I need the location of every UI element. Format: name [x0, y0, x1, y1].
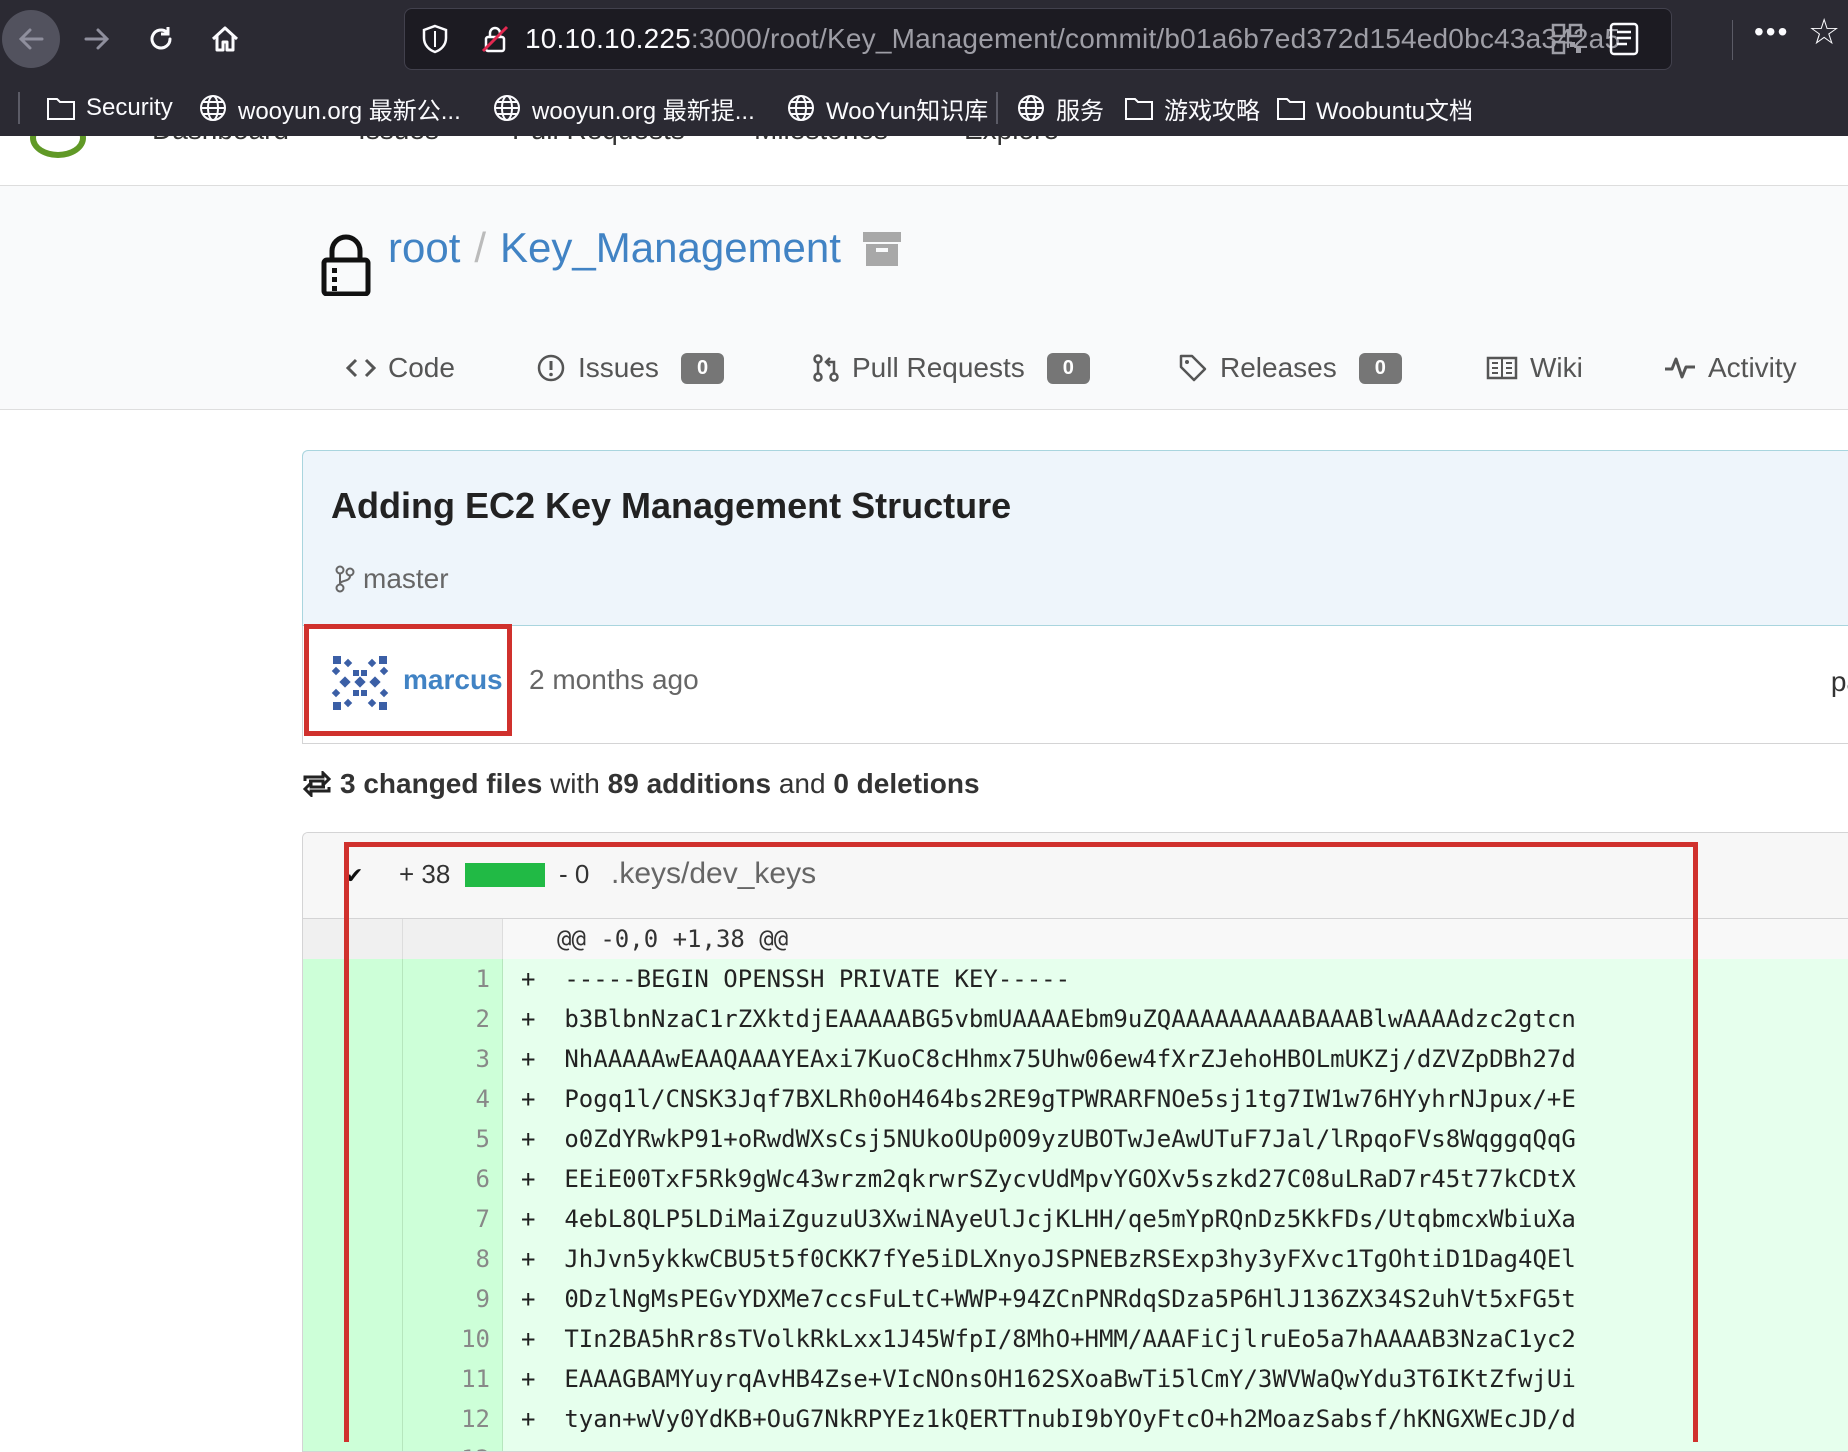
tag-icon: [1179, 354, 1207, 382]
tab-label: Code: [388, 352, 455, 383]
repo-header: root / Key_Management Code Issues 0 Pull R…: [0, 186, 1848, 410]
url-path: :3000/root/Key_Management/commit/b01a6b7…: [690, 23, 1621, 54]
tab-issues[interactable]: Issues 0: [536, 336, 725, 400]
home-icon: [211, 26, 239, 52]
commit-meta: marcus 2 months ago pa: [302, 626, 1848, 744]
book-icon: [1486, 356, 1518, 380]
folder-icon: [1277, 98, 1305, 120]
url-text[interactable]: 10.10.10.225:3000/root/Key_Management/co…: [525, 23, 1620, 55]
toolbar-divider: [1732, 20, 1733, 60]
commit-header: Adding EC2 Key Management Structure mast…: [302, 450, 1848, 626]
url-host: 10.10.10.225: [525, 23, 691, 54]
bookmark-label: wooyun.org 最新公...: [238, 97, 461, 125]
private-lock-icon: [321, 234, 371, 296]
tab-wiki[interactable]: Wiki: [1486, 336, 1583, 400]
site-navbar: Dashboard Issues Pull Requests Milestone…: [0, 136, 1848, 186]
tab-code[interactable]: Code: [346, 336, 455, 400]
stats-with: with: [550, 768, 600, 799]
pulls-count-badge: 0: [1046, 352, 1090, 384]
arrow-right-icon: [84, 28, 110, 50]
arrow-left-icon: [18, 28, 44, 50]
nav-pull-requests[interactable]: Pull Requests: [512, 136, 685, 146]
tab-activity[interactable]: Activity: [1664, 336, 1797, 400]
bookmark-item[interactable]: Woobuntu文档: [1276, 90, 1473, 126]
repo-title-separator: /: [474, 224, 487, 271]
bookmark-label: WooYun知识库: [826, 97, 989, 125]
tab-label: Releases: [1220, 352, 1337, 383]
forward-button[interactable]: [68, 10, 126, 68]
tab-label: Activity: [1708, 352, 1797, 383]
home-button[interactable]: [196, 10, 254, 68]
changed-files-summary: 3 changed files with 89 additions and 0 …: [302, 768, 980, 800]
repo-tabs: Code Issues 0 Pull Requests 0 Releases 0…: [0, 336, 1848, 406]
bookmark-item[interactable]: Security: [46, 90, 173, 126]
nav-milestones[interactable]: Milestones: [754, 136, 888, 146]
branch-icon: [335, 565, 355, 593]
bookmark-item[interactable]: 服务: [1016, 90, 1104, 126]
bookmark-item[interactable]: WooYun知识库: [786, 90, 988, 126]
globe-icon: [494, 95, 520, 121]
author-highlight-box: [304, 624, 512, 736]
folder-icon: [47, 98, 75, 120]
browser-toolbar: 10.10.10.225:3000/root/Key_Management/co…: [0, 0, 1848, 136]
diff-stat-icon: [302, 771, 332, 797]
deletions-count: 0 deletions: [833, 768, 980, 799]
commit-title: Adding EC2 Key Management Structure: [331, 485, 1012, 526]
commit-branch[interactable]: master: [333, 563, 449, 595]
tab-label: Pull Requests: [852, 352, 1025, 383]
bookmark-label: Woobuntu文档: [1316, 97, 1473, 125]
repo-name-link[interactable]: Key_Management: [500, 224, 841, 271]
folder-icon: [1125, 98, 1153, 120]
commit-parent-label: pa: [1830, 666, 1848, 697]
page-actions-more-icon[interactable]: •••: [1754, 16, 1789, 48]
insecure-lock-icon[interactable]: [479, 23, 511, 55]
nav-explore[interactable]: Explore: [964, 136, 1059, 146]
bookmark-label: 游戏攻略: [1164, 97, 1260, 125]
pulse-icon: [1665, 357, 1695, 379]
bookmarks-bar: Security wooyun.org 最新公... wooyun.org 最新…: [0, 84, 1848, 132]
tab-releases[interactable]: Releases 0: [1178, 336, 1402, 400]
tab-pull-requests[interactable]: Pull Requests 0: [812, 336, 1090, 400]
reload-icon: [150, 27, 172, 50]
branch-name: master: [363, 563, 449, 594]
tab-label: Wiki: [1530, 352, 1583, 383]
address-bar[interactable]: 10.10.10.225:3000/root/Key_Management/co…: [404, 8, 1672, 70]
bookmark-item[interactable]: wooyun.org 最新提...: [492, 90, 755, 126]
reload-button[interactable]: [132, 10, 190, 68]
archive-icon: [863, 232, 901, 266]
bookmark-star-icon[interactable]: ☆: [1808, 14, 1840, 50]
qr-code-icon[interactable]: [1551, 23, 1583, 55]
tracking-shield-icon[interactable]: [419, 23, 451, 55]
bookmark-separator: [18, 92, 20, 124]
bookmark-item[interactable]: 游戏攻略: [1124, 90, 1260, 126]
pull-request-icon: [813, 354, 839, 382]
issue-icon: [537, 354, 565, 382]
additions-count: 89 additions: [607, 768, 772, 799]
commit-time-ago: 2 months ago: [529, 664, 699, 695]
bookmark-separator: [996, 92, 998, 124]
reader-view-icon[interactable]: [1607, 21, 1641, 57]
bookmark-label: Security: [86, 94, 173, 121]
releases-count-badge: 0: [1358, 352, 1402, 384]
repo-owner-link[interactable]: root: [388, 224, 460, 271]
globe-icon: [200, 95, 226, 121]
changed-files-count: 3 changed files: [340, 768, 543, 799]
issues-count-badge: 0: [680, 352, 725, 384]
nav-dashboard[interactable]: Dashboard: [152, 136, 289, 146]
globe-icon: [1018, 95, 1044, 121]
code-icon: [346, 358, 376, 378]
repo-title: root / Key_Management: [388, 224, 841, 272]
diff-highlight-box: [344, 842, 1698, 1442]
gitea-logo-icon[interactable]: [30, 136, 86, 158]
bookmark-label: wooyun.org 最新提...: [532, 97, 755, 125]
stats-and: and: [778, 768, 826, 799]
bookmark-item[interactable]: wooyun.org 最新公...: [198, 90, 461, 126]
globe-icon: [788, 95, 814, 121]
tab-label: Issues: [578, 352, 659, 383]
nav-issues[interactable]: Issues: [358, 136, 439, 146]
bookmark-label: 服务: [1056, 97, 1104, 125]
back-button[interactable]: [2, 10, 60, 68]
